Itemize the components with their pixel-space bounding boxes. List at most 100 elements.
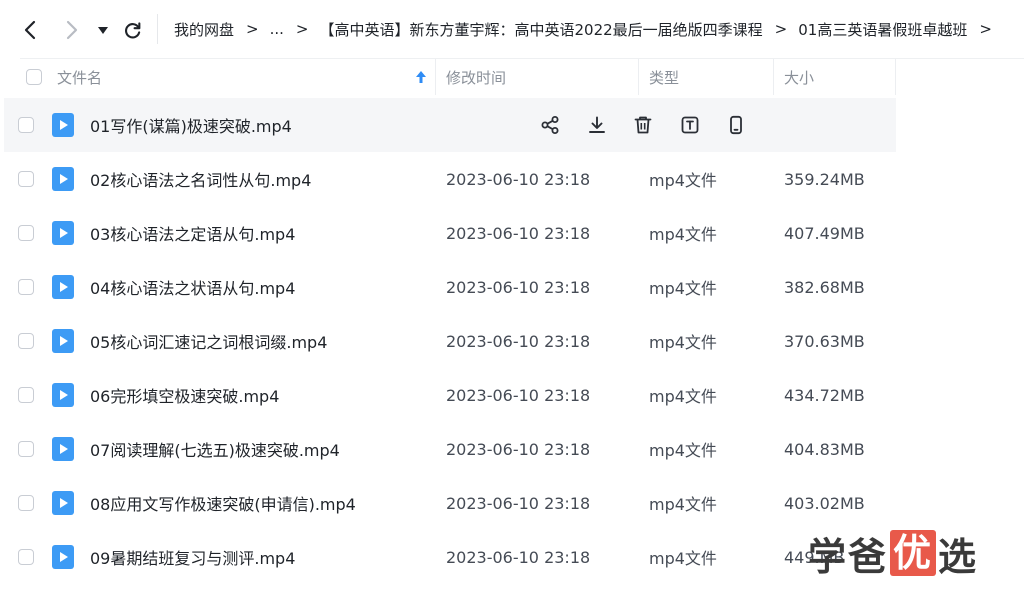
navigation-bar: 我的网盘 > ... > 【高中英语】新东方董宇辉：高中英语2022最后一届绝版… <box>0 0 1024 58</box>
file-modified-time: 2023-06-10 23:18 <box>446 223 591 243</box>
file-row[interactable]: 02核心语法之名词性从句.mp4 2023-06-10 23:18 mp4文件 … <box>0 152 1024 206</box>
share-icon <box>541 116 559 134</box>
file-type: mp4文件 <box>649 495 717 514</box>
file-row[interactable]: 07阅读理解(七选五)极速突破.mp4 2023-06-10 23:18 mp4… <box>0 422 1024 476</box>
file-modified-time: 2023-06-10 23:18 <box>446 385 591 405</box>
video-file-icon <box>52 545 74 569</box>
download-button[interactable] <box>585 113 609 137</box>
send-to-phone-button[interactable] <box>724 113 748 137</box>
file-size: 382.68MB <box>784 277 865 297</box>
file-size: 407.49MB <box>784 223 865 243</box>
watermark-logo: 学爸优选 <box>808 528 979 579</box>
delete-icon <box>634 116 652 134</box>
row-checkbox[interactable] <box>18 117 34 133</box>
file-row[interactable]: 01写作(谋篇)极速突破.mp4 <box>0 98 1024 152</box>
delete-button[interactable] <box>631 113 655 137</box>
file-type: mp4文件 <box>649 171 717 190</box>
file-name[interactable]: 01写作(谋篇)极速突破.mp4 <box>90 98 292 152</box>
file-type: mp4文件 <box>649 549 717 568</box>
row-checkbox[interactable] <box>18 279 34 295</box>
column-header-size[interactable]: 大小 <box>784 59 814 95</box>
file-type: mp4文件 <box>649 225 717 244</box>
history-dropdown-button[interactable] <box>97 24 109 36</box>
file-modified-time: 2023-06-10 23:18 <box>446 331 591 351</box>
back-button[interactable] <box>20 19 40 41</box>
file-modified-time: 2023-06-10 23:18 <box>446 277 591 297</box>
download-icon <box>588 116 605 133</box>
row-checkbox[interactable] <box>18 441 34 457</box>
file-row[interactable]: 06完形填空极速突破.mp4 2023-06-10 23:18 mp4文件 43… <box>0 368 1024 422</box>
share-button[interactable] <box>538 113 562 137</box>
video-file-icon <box>52 221 74 245</box>
row-action-toolbar <box>538 113 748 137</box>
file-type: mp4文件 <box>649 387 717 406</box>
row-checkbox[interactable] <box>18 171 34 187</box>
file-size: 359.24MB <box>784 169 865 189</box>
file-name[interactable]: 06完形填空极速突破.mp4 <box>90 368 279 422</box>
row-checkbox[interactable] <box>18 495 34 511</box>
breadcrumb-separator-icon: > <box>979 20 992 38</box>
phone-icon <box>730 115 742 135</box>
file-table-header: 文件名 修改时间 类型 大小 <box>0 59 1024 95</box>
watermark-highlight: 优 <box>890 530 937 576</box>
file-name[interactable]: 03核心语法之定语从句.mp4 <box>90 206 295 260</box>
file-modified-time: 2023-06-10 23:18 <box>446 169 591 189</box>
column-header-name[interactable]: 文件名 <box>57 59 102 95</box>
video-file-icon <box>52 113 74 137</box>
breadcrumb: 我的网盘 > ... > 【高中英语】新东方董宇辉：高中英语2022最后一届绝版… <box>174 17 1003 41</box>
refresh-icon <box>124 21 140 38</box>
watermark-text: 学爸 <box>808 533 889 579</box>
file-type: mp4文件 <box>649 279 717 298</box>
nav-divider <box>157 14 158 44</box>
breadcrumb-separator-icon: > <box>774 20 788 38</box>
column-divider[interactable] <box>435 59 436 95</box>
file-modified-time: 2023-06-10 23:18 <box>446 547 591 567</box>
forward-button[interactable] <box>62 19 82 41</box>
column-header-type[interactable]: 类型 <box>649 59 679 95</box>
file-size: 403.02MB <box>784 493 865 513</box>
select-all-checkbox[interactable] <box>26 69 42 85</box>
chevron-left-icon <box>24 20 36 40</box>
video-file-icon <box>52 437 74 461</box>
row-checkbox[interactable] <box>18 225 34 241</box>
refresh-button[interactable] <box>121 19 143 41</box>
column-divider[interactable] <box>773 59 774 95</box>
column-header-modified[interactable]: 修改时间 <box>446 59 506 95</box>
rename-button[interactable] <box>678 113 702 137</box>
file-row[interactable]: 04核心语法之状语从句.mp4 2023-06-10 23:18 mp4文件 3… <box>0 260 1024 314</box>
file-modified-time: 2023-06-10 23:18 <box>446 439 591 459</box>
file-name[interactable]: 04核心语法之状语从句.mp4 <box>90 260 295 314</box>
row-checkbox[interactable] <box>18 387 34 403</box>
file-row[interactable]: 03核心语法之定语从句.mp4 2023-06-10 23:18 mp4文件 4… <box>0 206 1024 260</box>
breadcrumb-item-collapsed[interactable]: ... <box>270 20 284 38</box>
file-size: 434.72MB <box>784 385 865 405</box>
file-name[interactable]: 07阅读理解(七选五)极速突破.mp4 <box>90 422 340 476</box>
file-modified-time: 2023-06-10 23:18 <box>446 493 591 513</box>
video-file-icon <box>52 491 74 515</box>
column-divider[interactable] <box>638 59 639 95</box>
file-manager-window: 我的网盘 > ... > 【高中英语】新东方董宇辉：高中英语2022最后一届绝版… <box>0 0 1024 613</box>
row-checkbox[interactable] <box>18 333 34 349</box>
column-divider[interactable] <box>895 59 896 95</box>
breadcrumb-separator-icon: > <box>246 20 259 38</box>
file-row[interactable]: 08应用文写作极速突破(申请信).mp4 2023-06-10 23:18 mp… <box>0 476 1024 530</box>
breadcrumb-separator-icon: > <box>295 20 309 38</box>
video-file-icon <box>52 383 74 407</box>
row-checkbox[interactable] <box>18 549 34 565</box>
file-name[interactable]: 08应用文写作极速突破(申请信).mp4 <box>90 476 356 530</box>
rename-icon <box>681 116 698 134</box>
file-type: mp4文件 <box>649 441 717 460</box>
file-name[interactable]: 05核心词汇速记之词根词缀.mp4 <box>90 314 327 368</box>
file-name[interactable]: 09暑期结班复习与测评.mp4 <box>90 530 295 584</box>
chevron-right-icon <box>66 20 78 40</box>
breadcrumb-item-current-folder[interactable]: 01高三英语暑假班卓越班 <box>798 19 967 40</box>
breadcrumb-item-my-drive[interactable]: 我的网盘 <box>174 19 234 40</box>
file-name[interactable]: 02核心语法之名词性从句.mp4 <box>90 152 311 206</box>
sort-ascending-icon[interactable] <box>415 69 427 85</box>
breadcrumb-item-course-folder[interactable]: 【高中英语】新东方董宇辉：高中英语2022最后一届绝版四季课程 <box>319 19 762 40</box>
video-file-icon <box>52 275 74 299</box>
video-file-icon <box>52 329 74 353</box>
file-row[interactable]: 05核心词汇速记之词根词缀.mp4 2023-06-10 23:18 mp4文件… <box>0 314 1024 368</box>
file-type: mp4文件 <box>649 333 717 352</box>
watermark-text: 选 <box>938 533 979 579</box>
